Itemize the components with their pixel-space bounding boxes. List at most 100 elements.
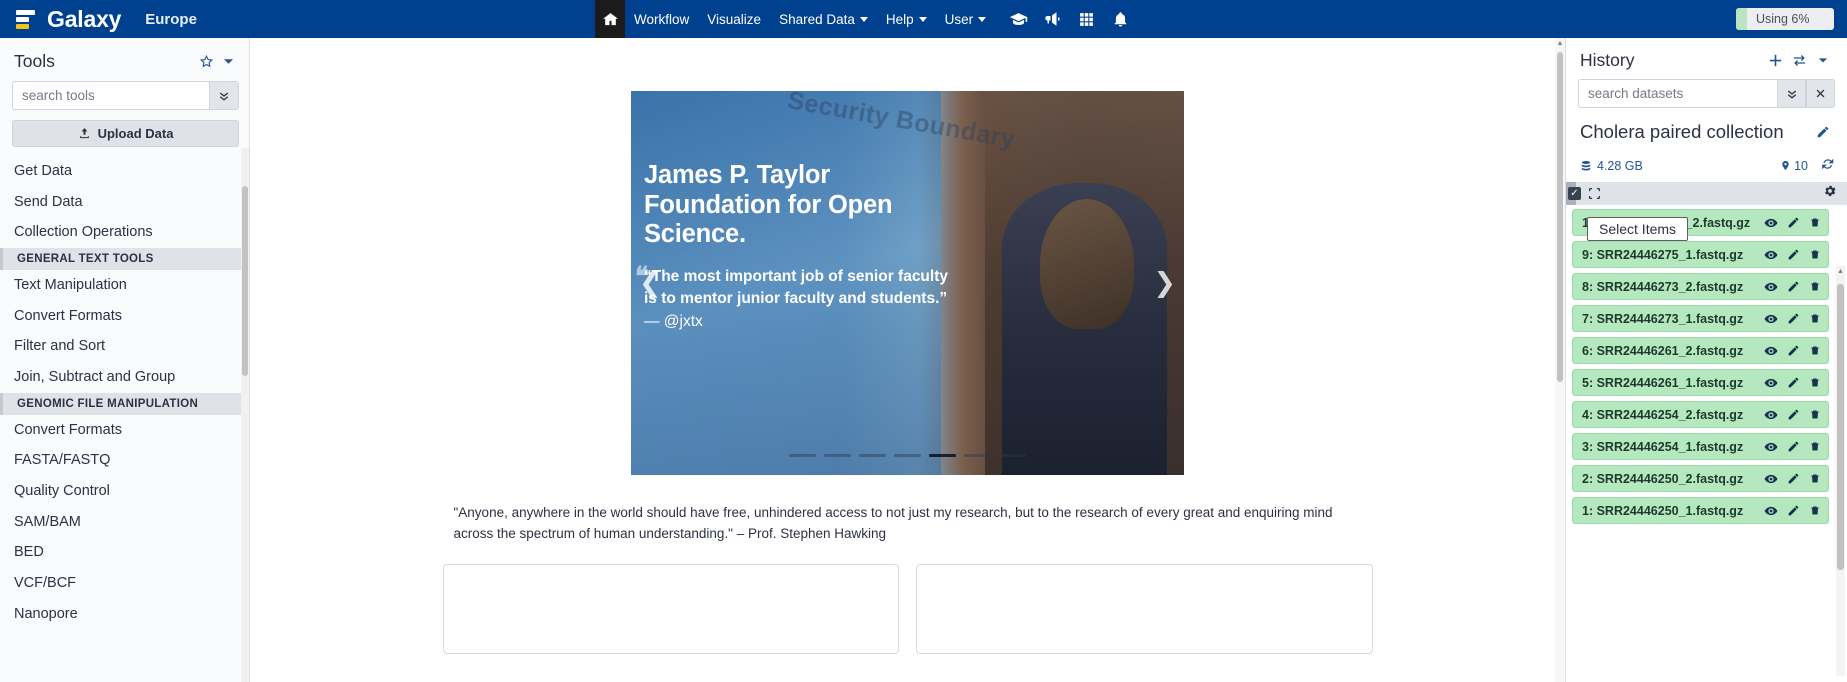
welcome-card[interactable] — [442, 564, 899, 655]
plus-icon[interactable] — [1763, 49, 1787, 71]
dataset-item[interactable]: 6: SRR24446261_2.fastq.gz — [1572, 337, 1829, 364]
carousel-next-icon[interactable]: ❯ — [1153, 269, 1176, 297]
eye-icon[interactable] — [1764, 408, 1778, 422]
star-icon[interactable] — [195, 50, 217, 72]
brand-home-link[interactable]: Galaxy Europe — [0, 6, 197, 32]
center-panel-scrollbar[interactable]: ▲ — [1555, 38, 1565, 682]
tool-link-get-data[interactable]: Get Data — [0, 156, 249, 187]
tool-link-send-data[interactable]: Send Data — [0, 187, 249, 218]
eye-icon[interactable] — [1764, 504, 1778, 518]
history-options-icon[interactable] — [1811, 49, 1835, 71]
pencil-icon[interactable] — [1787, 440, 1800, 453]
eye-icon[interactable] — [1764, 440, 1778, 454]
tool-link-text-manipulation[interactable]: Text Manipulation — [0, 270, 249, 301]
upload-data-button[interactable]: Upload Data — [12, 120, 239, 147]
dataset-item[interactable]: 4: SRR24446254_2.fastq.gz — [1572, 401, 1829, 428]
eye-icon[interactable] — [1764, 312, 1778, 326]
carousel-dot[interactable] — [999, 454, 1026, 457]
megaphone-icon[interactable] — [1035, 0, 1069, 38]
eye-icon[interactable] — [1764, 376, 1778, 390]
trash-icon[interactable] — [1809, 344, 1821, 357]
pencil-icon[interactable] — [1787, 312, 1800, 325]
tool-link-join-subtract-and-group[interactable]: Join, Subtract and Group — [0, 362, 249, 393]
pencil-icon[interactable] — [1787, 504, 1800, 517]
close-icon[interactable] — [1806, 79, 1835, 108]
grid-apps-icon[interactable] — [1069, 0, 1103, 38]
nav-item-visualize[interactable]: Visualize — [698, 0, 770, 38]
carousel-dot-active[interactable] — [929, 454, 956, 457]
dataset-item[interactable]: 2: SRR24446250_2.fastq.gz — [1572, 465, 1829, 492]
pencil-icon[interactable] — [1787, 216, 1800, 229]
checkbox-checked-icon[interactable]: ✓ — [1568, 187, 1581, 200]
trash-icon[interactable] — [1809, 280, 1821, 293]
dataset-item[interactable]: 3: SRR24446254_1.fastq.gz — [1572, 433, 1829, 460]
carousel-dot[interactable] — [789, 454, 816, 457]
tool-link-vcf-bcf[interactable]: VCF/BCF — [0, 568, 249, 599]
dataset-item[interactable]: 1: SRR24446250_1.fastq.gz — [1572, 497, 1829, 524]
pencil-icon[interactable] — [1787, 248, 1800, 261]
tool-link-sam-bam[interactable]: SAM/BAM — [0, 507, 249, 538]
welcome-card[interactable] — [916, 564, 1373, 655]
tool-section-general-text-tools[interactable]: GENERAL TEXT TOOLS — [0, 248, 249, 271]
tool-link-quality-control[interactable]: Quality Control — [0, 476, 249, 507]
trash-icon[interactable] — [1809, 248, 1821, 261]
pencil-icon[interactable] — [1787, 472, 1800, 485]
eye-icon[interactable] — [1764, 248, 1778, 262]
dataset-item[interactable]: 7: SRR24446273_1.fastq.gz — [1572, 305, 1829, 332]
tool-link-filter-and-sort[interactable]: Filter and Sort — [0, 331, 249, 362]
pencil-icon[interactable] — [1787, 280, 1800, 293]
graduation-cap-icon[interactable] — [1001, 0, 1035, 38]
trash-icon[interactable] — [1809, 216, 1821, 229]
collapse-icon[interactable] — [1581, 187, 1607, 200]
nav-item-help[interactable]: Help — [877, 0, 936, 38]
eye-icon[interactable] — [1764, 280, 1778, 294]
pencil-icon[interactable] — [1787, 408, 1800, 421]
tool-link-fasta-fastq[interactable]: FASTA/FASTQ — [0, 445, 249, 476]
trash-icon[interactable] — [1809, 376, 1821, 389]
gear-icon[interactable] — [1823, 184, 1837, 203]
nav-item-workflow[interactable]: Workflow — [625, 0, 698, 38]
dataset-item[interactable]: 8: SRR24446273_2.fastq.gz — [1572, 273, 1829, 300]
eye-icon[interactable] — [1764, 472, 1778, 486]
carousel-dot[interactable] — [824, 454, 851, 457]
carousel-dot[interactable] — [859, 454, 886, 457]
scroll-up-icon[interactable]: ▲ — [1556, 40, 1564, 47]
eye-icon[interactable] — [1764, 216, 1778, 230]
refresh-icon[interactable] — [1821, 157, 1835, 174]
eye-icon[interactable] — [1764, 344, 1778, 358]
bell-icon[interactable] — [1103, 0, 1137, 38]
trash-icon[interactable] — [1809, 312, 1821, 325]
carousel-prev-icon[interactable]: ❮ — [639, 269, 662, 297]
search-datasets-input[interactable] — [1578, 79, 1777, 108]
trash-icon[interactable] — [1809, 408, 1821, 421]
nav-item-user[interactable]: User — [936, 0, 996, 38]
home-icon[interactable] — [595, 0, 625, 38]
trash-icon[interactable] — [1809, 472, 1821, 485]
tool-link-nanopore[interactable]: Nanopore — [0, 599, 249, 630]
tool-link-bed[interactable]: BED — [0, 537, 249, 568]
quota-meter[interactable]: Using 6% — [1736, 8, 1834, 30]
tool-panel-options-icon[interactable] — [217, 50, 239, 72]
history-scrollbar[interactable]: ▲ — [1836, 266, 1845, 676]
double-chevron-down-icon[interactable] — [209, 81, 239, 110]
switch-histories-icon[interactable] — [1787, 49, 1811, 71]
tool-link-collection-operations[interactable]: Collection Operations — [0, 217, 249, 248]
trash-icon[interactable] — [1809, 504, 1821, 517]
pencil-icon[interactable] — [1787, 344, 1800, 357]
nav-item-shared-data[interactable]: Shared Data — [770, 0, 877, 38]
history-shown-count[interactable]: 10 — [1780, 159, 1808, 173]
tool-link-convert-formats[interactable]: Convert Formats — [0, 301, 249, 332]
dataset-item[interactable]: 5: SRR24446261_1.fastq.gz — [1572, 369, 1829, 396]
trash-icon[interactable] — [1809, 440, 1821, 453]
search-input[interactable] — [12, 81, 209, 110]
pencil-icon[interactable] — [1811, 121, 1835, 143]
carousel-dot[interactable] — [964, 454, 991, 457]
scroll-up-icon[interactable]: ▲ — [1836, 268, 1845, 275]
history-name[interactable]: Cholera paired collection — [1580, 121, 1803, 142]
carousel-dot[interactable] — [894, 454, 921, 457]
double-chevron-down-icon[interactable] — [1777, 79, 1806, 108]
pencil-icon[interactable] — [1787, 376, 1800, 389]
dataset-item[interactable]: 9: SRR24446275_1.fastq.gz — [1572, 241, 1829, 268]
tool-section-genomic-file-manipulation[interactable]: GENOMIC FILE MANIPULATION — [0, 392, 249, 415]
tool-panel-scrollbar[interactable] — [241, 148, 249, 682]
